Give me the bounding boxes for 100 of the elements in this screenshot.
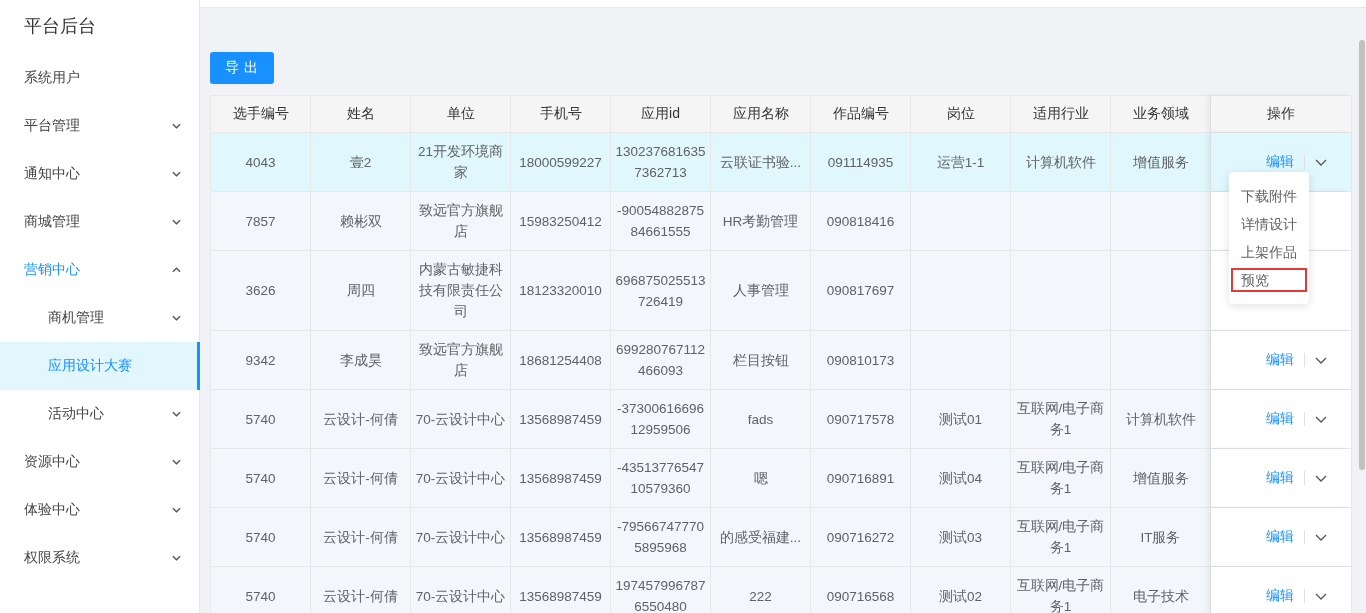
- table-cell-text: 云设计-何倩: [323, 410, 398, 429]
- table-cell-text: 测试02: [939, 587, 982, 606]
- table-cell-text: 70-云设计中心: [415, 587, 506, 606]
- sidebar-item[interactable]: 体验中心: [0, 486, 199, 534]
- table-cell-text: 李成昊: [339, 351, 382, 370]
- table-cell-text: 电子技术: [1132, 587, 1189, 606]
- table-cell-text: 致远官方旗舰店: [417, 202, 504, 241]
- table-cell-text: -4351377654710579360: [615, 459, 706, 498]
- table-cell-text: 70-云设计中心: [415, 528, 506, 547]
- table-cell-text: 致远官方旗舰店: [417, 341, 504, 380]
- table-cell-text: 21开发环境商家: [417, 143, 504, 182]
- table-cell-text: 13568987459: [519, 469, 602, 488]
- table-cell-text: 周四: [346, 282, 375, 300]
- export-button[interactable]: 导 出: [210, 52, 274, 84]
- table-cell-text: 5740: [245, 587, 276, 606]
- chevron-icon: [172, 123, 181, 129]
- table-cell-text: fads: [747, 410, 774, 429]
- table-cell-text: 7857: [245, 212, 276, 231]
- table-cell-text: 5740: [245, 528, 276, 547]
- table-cell-text: 赖彬双: [339, 212, 382, 231]
- menu-item[interactable]: 预览: [1231, 268, 1307, 292]
- table-cell-text: 嗯: [753, 469, 768, 488]
- sidebar-item[interactable]: 权限系统: [0, 534, 199, 582]
- table-row[interactable]: 5740 云设计-何倩 70-云设计中心 13568987459 -4351377654710579360 嗯 090716891 测试04 互联网/电子商务1 增值服务 编辑: [211, 449, 1351, 508]
- chevron-icon: [172, 459, 181, 465]
- table-cell-text: 云设计-何倩: [323, 587, 398, 606]
- chevron-down-icon[interactable]: [1314, 592, 1327, 600]
- table-cell-text: 增值服务: [1132, 153, 1189, 172]
- sidebar-item[interactable]: 资源中心: [0, 438, 199, 486]
- table-cell-text: 9342: [245, 351, 276, 370]
- chevron-down-icon[interactable]: [1314, 474, 1327, 482]
- table-cell-text: 70-云设计中心: [415, 469, 506, 488]
- app-title: 平台后台: [23, 15, 97, 38]
- edit-link[interactable]: 编辑: [1265, 528, 1294, 546]
- sidebar-item[interactable]: 活动中心: [0, 390, 199, 438]
- chevron-icon: [172, 555, 181, 561]
- table-cell-text: 13568987459: [519, 410, 602, 429]
- table-cell-text: 互联网/电子商务1: [1015, 400, 1106, 439]
- table-cell-text: 090717578: [826, 410, 895, 429]
- chevron-down-icon[interactable]: [1314, 356, 1327, 364]
- scrollbar[interactable]: [1359, 40, 1365, 470]
- table-row[interactable]: 5740 云设计-何倩 70-云设计中心 13568987459 -795667477705895968 的感受福建... 090716272 测试03 互联网/电子商务1 IT服务 编辑: [211, 508, 1351, 567]
- table-cell-text: 互联网/电子商务1: [1015, 577, 1106, 613]
- column-header: 作品编号: [811, 96, 911, 132]
- table-cell-text: 13568987459: [519, 528, 602, 547]
- table-cell-text: 人事管理: [732, 282, 789, 300]
- table-cell-text: 5740: [245, 410, 276, 429]
- table-cell-text: 091114935: [827, 153, 894, 172]
- sidebar-item[interactable]: 商城管理: [0, 198, 199, 246]
- table-cell-text: 计算机软件: [1025, 153, 1096, 172]
- edit-link[interactable]: 编辑: [1265, 469, 1294, 487]
- chevron-icon: [172, 171, 181, 177]
- table-cell-text: 1974579967876550480: [614, 577, 707, 613]
- table-cell-text: 090810173: [826, 351, 895, 370]
- table-cell-text: 云联证书验...: [719, 153, 802, 172]
- table-cell-text: 090716272: [826, 528, 895, 547]
- edit-link[interactable]: 编辑: [1265, 410, 1294, 428]
- sidebar-item[interactable]: 系统用户: [0, 54, 199, 102]
- table-cell-text: 4043: [245, 153, 276, 172]
- table-cell-text: 栏目按钮: [732, 351, 789, 370]
- table-row[interactable]: 5740 云设计-何倩 70-云设计中心 13568987459 1974579967876550480 222 090716568 测试02 互联网/电子商务1 电子技术 编辑: [211, 567, 1351, 613]
- table-row[interactable]: 9342 李成昊 致远官方旗舰店 18681254408 699280767112466093 栏目按钮 090810173 编辑: [211, 331, 1351, 390]
- chevron-icon: [172, 507, 181, 513]
- table-cell-text: 云设计-何倩: [323, 528, 398, 547]
- table-cell-text: 1302376816357362713: [614, 143, 707, 182]
- table-cell-text: 090817697: [826, 282, 895, 300]
- column-header: 手机号: [511, 96, 611, 132]
- table-cell-text: -3730061669612959506: [615, 400, 706, 439]
- table-cell-text: 090716891: [826, 469, 895, 488]
- table-cell-text: 5740: [245, 469, 276, 488]
- chevron-down-icon[interactable]: [1314, 415, 1327, 423]
- table-cell-text: 090716568: [826, 587, 895, 606]
- table-cell-text: 增值服务: [1132, 469, 1189, 488]
- sidebar-item[interactable]: 平台管理: [0, 102, 199, 150]
- chevron-down-icon[interactable]: [1314, 533, 1327, 541]
- table-cell-text: HR考勤管理: [722, 212, 799, 231]
- table-cell-text: 15983250412: [519, 212, 602, 231]
- column-header: 单位: [411, 96, 511, 132]
- table-cell-text: 18123320010: [519, 282, 602, 300]
- chevron-icon: [172, 315, 181, 321]
- chevron-icon: [172, 267, 181, 273]
- table-cell-text: 3626: [245, 282, 276, 300]
- table-cell-text: 18681254408: [519, 351, 602, 370]
- table-cell-text: 计算机软件: [1125, 410, 1196, 429]
- table-cell-text: 70-云设计中心: [415, 410, 506, 429]
- table-row[interactable]: 5740 云设计-何倩 70-云设计中心 13568987459 -3730061669612959506 fads 090717578 测试01 互联网/电子商务1 计算机软件 编辑: [211, 390, 1351, 449]
- chevron-down-icon[interactable]: [1314, 158, 1327, 166]
- edit-link[interactable]: 编辑: [1265, 351, 1294, 369]
- column-header: 适用行业: [1011, 96, 1111, 132]
- table-cell-text: 测试04: [939, 469, 982, 488]
- table-cell-text: 壹2: [349, 153, 372, 172]
- sidebar-item[interactable]: 商机管理: [0, 294, 199, 342]
- sidebar-item[interactable]: 通知中心: [0, 150, 199, 198]
- edit-link[interactable]: 编辑: [1265, 587, 1294, 605]
- table-cell-text: -795667477705895968: [615, 518, 706, 557]
- table-cell-text: 090818416: [826, 212, 895, 231]
- table-cell-text: 的感受福建...: [719, 528, 802, 547]
- sidebar-item[interactable]: 营销中心: [0, 246, 199, 294]
- table-cell-text: 云设计-何倩: [323, 469, 398, 488]
- table-cell-text: 运营1-1: [936, 153, 985, 172]
